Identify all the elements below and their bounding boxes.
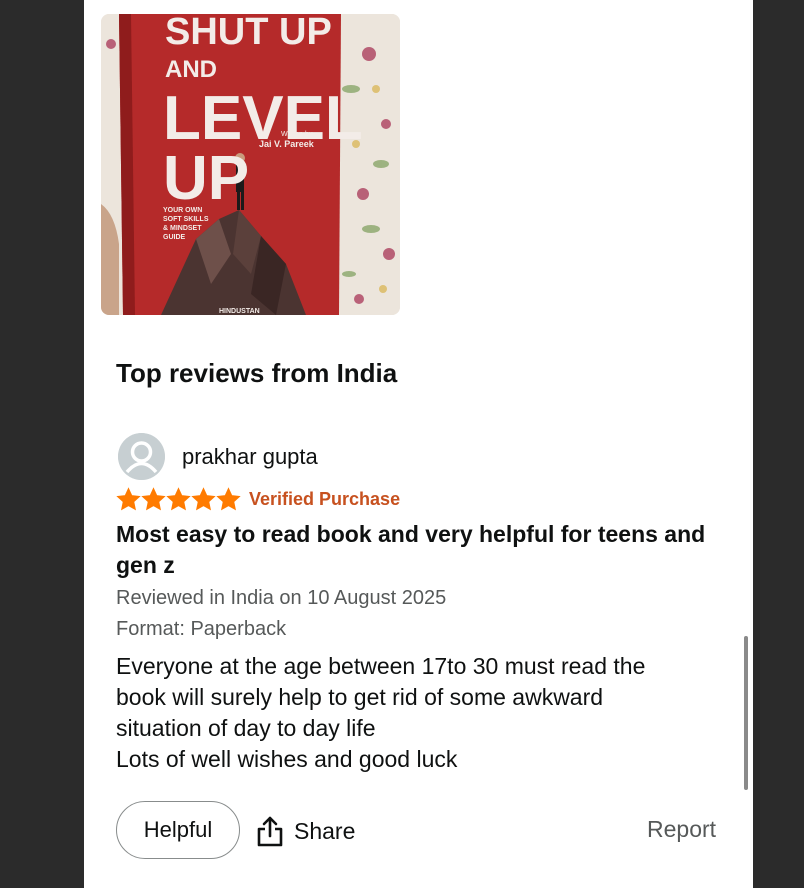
cover-publisher: HINDUSTAN [219, 308, 260, 315]
star-icon [141, 487, 166, 511]
review-body-line: book will surely help to get rid of some… [116, 684, 604, 710]
star-rating [116, 487, 241, 513]
star-icon [166, 487, 191, 511]
review-panel: SHUT UP AND LEVEL UP Written by Jai V. P… [84, 0, 753, 888]
report-link[interactable]: Report [647, 816, 716, 843]
reviewer-name[interactable]: prakhar gupta [182, 444, 318, 470]
share-label: Share [294, 817, 356, 844]
cover-title-line-2: AND [165, 56, 217, 83]
cover-subtitle-line-3: & MINDSET [163, 225, 202, 232]
cover-title-line-4: UP [163, 144, 249, 213]
review-body-line: Everyone at the age between 17to 30 must… [116, 653, 646, 679]
book-cover-illustration: SHUT UP AND LEVEL UP Written by Jai V. P… [101, 14, 400, 315]
review-title: Most easy to read book and very helpful … [116, 521, 706, 578]
scrollbar[interactable] [744, 636, 748, 790]
cover-title-line-1: SHUT UP [165, 14, 332, 53]
avatar[interactable] [118, 433, 165, 480]
cover-subtitle-line-4: GUIDE [163, 234, 186, 241]
review-date: Reviewed in India on 10 August 2025 [116, 587, 447, 609]
review-body: Everyone at the age between 17to 30 must… [116, 651, 736, 775]
person-icon [118, 433, 165, 480]
cover-written-by: Written by [281, 131, 313, 138]
cover-subtitle-line-1: YOUR OWN [163, 207, 202, 214]
star-icon [191, 487, 216, 511]
share-icon [257, 816, 283, 847]
section-title: Top reviews from India [116, 358, 398, 388]
verified-purchase-badge: Verified Purchase [249, 489, 401, 509]
review-format: Format: Paperback [116, 618, 287, 640]
review-body-line: Lots of well wishes and good luck [116, 746, 458, 772]
star-icon [216, 487, 241, 511]
cover-subtitle-line-2: SOFT SKILLS [163, 216, 209, 223]
review-body-line: situation of day to day life [116, 715, 376, 741]
share-button[interactable]: Share [256, 811, 355, 851]
product-image[interactable]: SHUT UP AND LEVEL UP Written by Jai V. P… [101, 14, 400, 315]
helpful-button[interactable]: Helpful [116, 801, 240, 859]
cover-author: Jai V. Pareek [259, 139, 315, 149]
star-icon [116, 487, 141, 511]
